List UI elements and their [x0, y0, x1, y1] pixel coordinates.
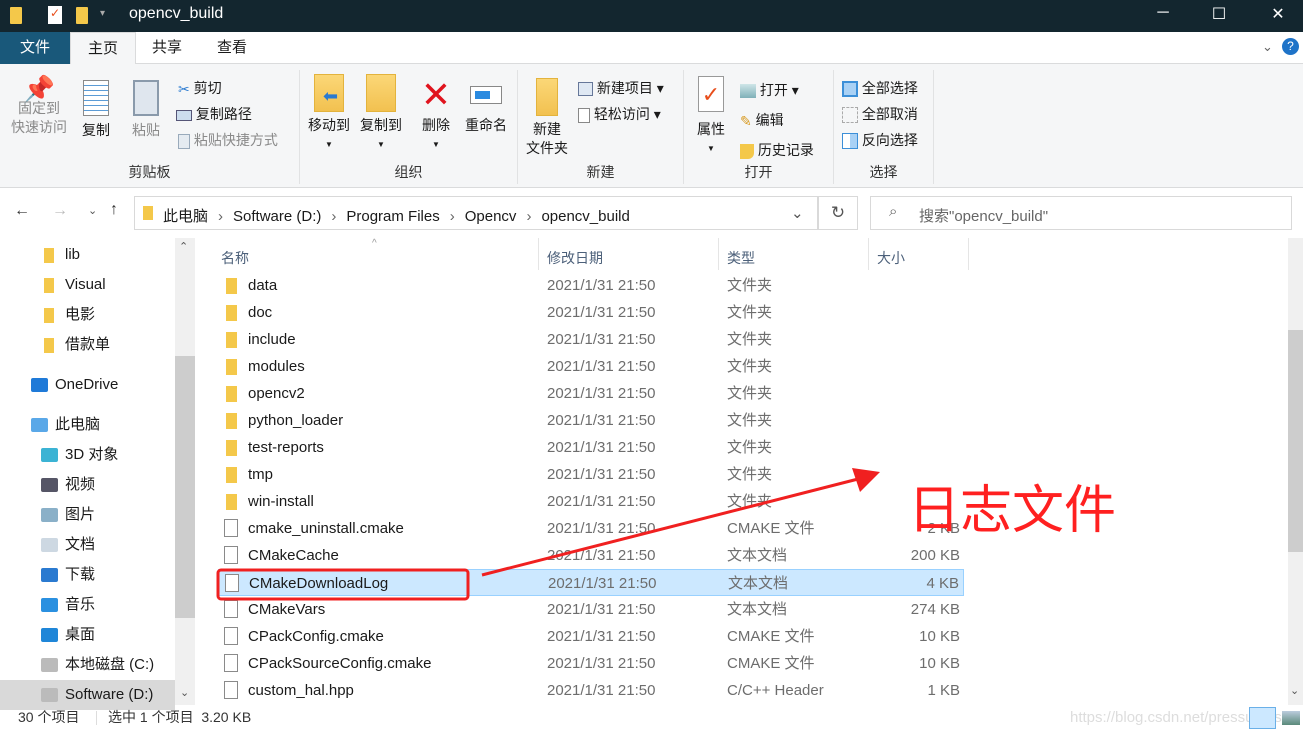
annotation-arrow [481, 476, 863, 577]
highlight-box [216, 568, 470, 601]
details-view-button[interactable] [1249, 707, 1276, 729]
selection-info: 选中 1 个项目 3.20 KB [108, 709, 252, 725]
annotation-overlay [216, 468, 880, 601]
status-bar: 30 个项目 选中 1 个项目 3.20 KB https://blog.csd… [0, 705, 1303, 730]
annotation-label: 日志文件 [908, 481, 1117, 541]
item-count: 30 个项目 [18, 709, 80, 725]
large-icons-view-button[interactable] [1282, 711, 1300, 725]
arrow-head [852, 468, 880, 492]
